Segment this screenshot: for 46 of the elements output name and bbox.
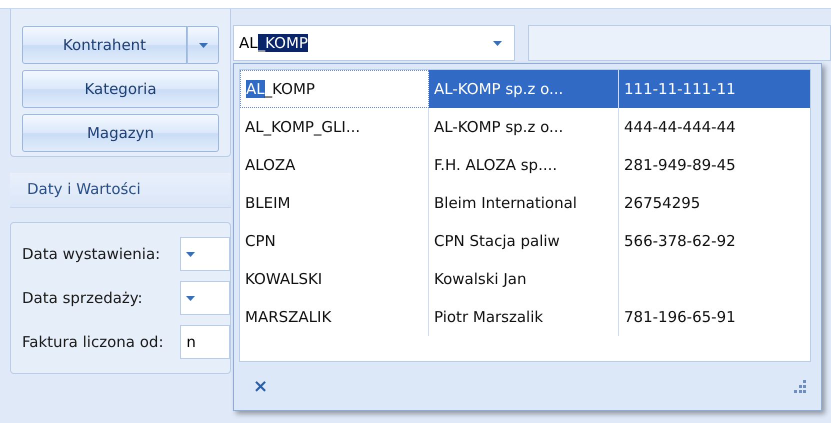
- field-label: Faktura liczona od:: [22, 333, 164, 351]
- table-cell-text: 781-196-65-91: [623, 307, 737, 328]
- list-row[interactable]: BLEIM Bleim International 26754295: [240, 184, 810, 222]
- close-button[interactable]: ×: [251, 376, 270, 396]
- table-cell: Bleim International: [429, 184, 619, 222]
- table-cell: BLEIM: [245, 194, 290, 212]
- dropdown-arrow-icon: [493, 40, 502, 46]
- list-row[interactable]: CPN CPN Stacja paliw 566-378-62-92: [240, 222, 810, 260]
- table-cell: AL-KOMP sp.z o...: [429, 70, 619, 108]
- table-cell: Piotr Marszalik: [429, 298, 619, 336]
- filter-button[interactable]: Kontrahent: [22, 26, 187, 64]
- table-cell: F.H. ALOZA sp....: [429, 146, 619, 184]
- table-cell: CPN Stacja paliw: [429, 222, 619, 260]
- field-label: Data wystawienia:: [22, 245, 162, 263]
- caret-icon: [186, 252, 196, 256]
- list-row[interactable]: AL_KOMP_GLI... AL-KOMP sp.z o... 444-44-444-44: [240, 108, 810, 146]
- table-cell: CPN: [245, 232, 276, 250]
- list-row[interactable]: ALOZA F.H. ALOZA sp.... 281-949-89-45: [240, 146, 810, 184]
- filter-button[interactable]: Kategoria: [22, 70, 219, 108]
- table-cell-text: 26754295: [623, 193, 702, 214]
- caret-icon: [186, 296, 196, 300]
- table-cell: 111-11-111-11: [619, 70, 810, 108]
- table-cell-text: 281-949-89-45: [623, 155, 737, 176]
- selected-text: _KOMP: [258, 34, 308, 52]
- date-dropdown[interactable]: [180, 237, 230, 271]
- date-dropdown[interactable]: [180, 281, 230, 315]
- filter-button[interactable]: Magazyn: [22, 114, 219, 152]
- table-cell-text: 566-378-62-92: [623, 231, 737, 252]
- table-cell: MARSZALIK: [245, 308, 332, 326]
- resize-grip-icon[interactable]: [794, 380, 807, 392]
- input-field[interactable]: [528, 25, 831, 61]
- table-cell: ALOZA: [245, 156, 296, 174]
- table-cell: Kowalski Jan: [429, 260, 619, 298]
- table-cell: AL-KOMP sp.z o...: [429, 108, 619, 146]
- table-cell-text: 444-44-444-44: [623, 117, 737, 138]
- field-label: Data sprzedaży:: [22, 289, 144, 307]
- search-text: AL: [239, 34, 258, 52]
- input-field[interactable]: n: [180, 325, 230, 359]
- search-combo[interactable]: AL_KOMP: [233, 25, 515, 61]
- table-cell: KOWALSKI: [245, 270, 322, 288]
- table-cell: AL_KOMP_GLI...: [245, 118, 360, 136]
- dropdown-button[interactable]: [187, 26, 219, 64]
- list-row[interactable]: MARSZALIK Piotr Marszalik 781-196-65-91: [240, 298, 810, 336]
- caret-icon: [198, 42, 208, 48]
- list-row[interactable]: KOWALSKI Kowalski Jan: [240, 260, 810, 298]
- match-highlight: AL: [246, 80, 265, 98]
